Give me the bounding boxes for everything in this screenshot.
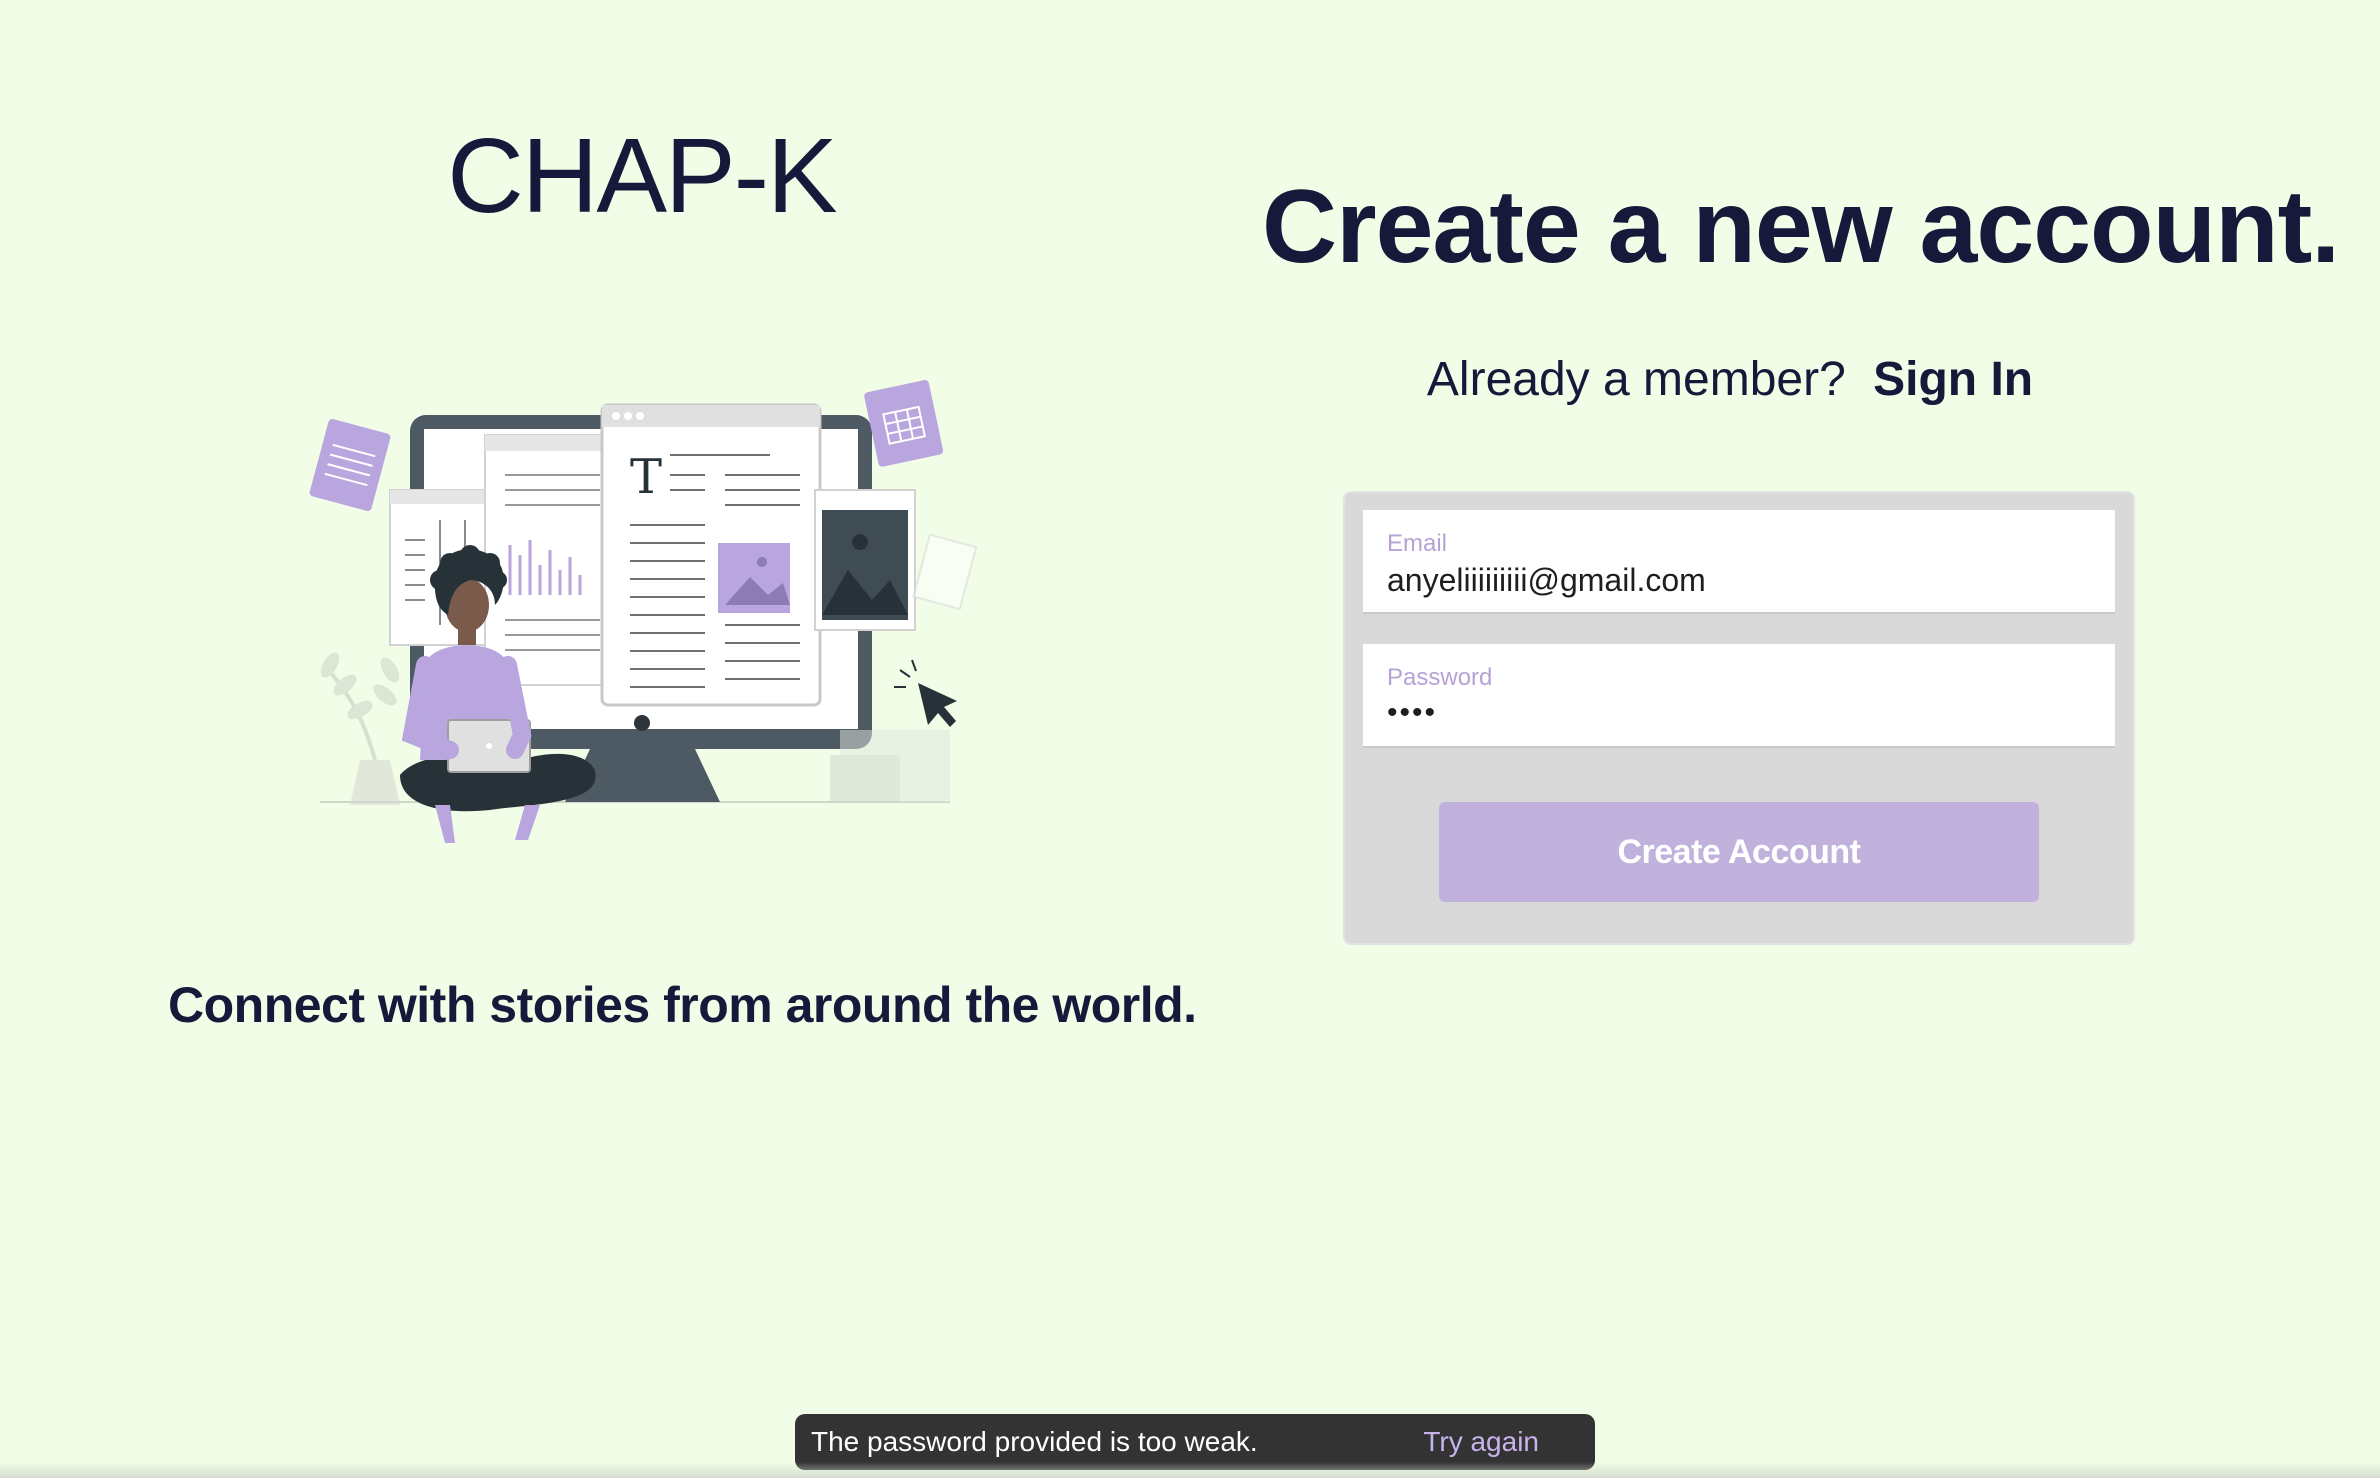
- email-label: Email: [1387, 530, 1448, 557]
- password-label: Password: [1387, 664, 1493, 691]
- snackbar-message: The password provided is too weak.: [811, 1426, 1258, 1457]
- signin-prompt: Already a member? Sign In: [1340, 352, 2120, 407]
- tagline: Connect with stories from around the wor…: [168, 977, 1197, 1033]
- signup-form: Email anyeliiiiiiiii@gmail.com Password …: [1345, 493, 2133, 943]
- bottom-edge-shadow: [0, 1462, 2380, 1478]
- brand-title: CHAP-K: [447, 117, 838, 235]
- svg-text:T: T: [630, 449, 662, 505]
- password-input[interactable]: ••••: [1387, 696, 2091, 730]
- reading-illustration: T: [309, 380, 978, 843]
- signup-page: CHAP-K T Connect with stories from aroun…: [0, 0, 2380, 1478]
- create-account-button[interactable]: Create Account: [1439, 802, 2039, 902]
- member-prompt-text: Already a member?: [1426, 353, 1846, 406]
- try-again-button[interactable]: Try again: [1423, 1426, 1539, 1458]
- email-input[interactable]: anyeliiiiiiiii@gmail.com: [1387, 562, 2091, 599]
- page-heading: Create a new account.: [1262, 169, 2340, 285]
- signin-link[interactable]: Sign In: [1873, 353, 2033, 406]
- email-field[interactable]: Email anyeliiiiiiiii@gmail.com: [1363, 510, 2115, 614]
- password-field[interactable]: Password ••••: [1363, 644, 2115, 748]
